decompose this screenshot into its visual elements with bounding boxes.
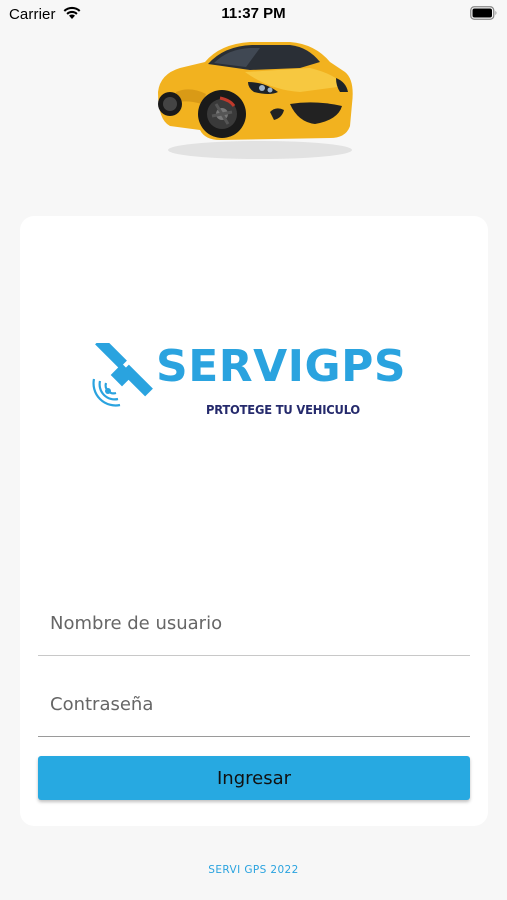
battery-icon xyxy=(470,6,498,24)
status-time: 11:37 PM xyxy=(221,5,286,22)
servigps-logo: SERVIGPS PRTOTEGE TU VEHICULO xyxy=(90,343,410,433)
logo-title: SERVIGPS xyxy=(156,341,407,392)
status-bar: Carrier 11:37 PM xyxy=(0,0,507,30)
car-image xyxy=(150,34,360,162)
login-button[interactable]: Ingresar xyxy=(38,756,470,800)
password-input[interactable] xyxy=(38,684,470,724)
footer-text: SERVI GPS 2022 xyxy=(208,864,299,876)
logo-tagline: PRTOTEGE TU VEHICULO xyxy=(206,402,361,417)
username-input[interactable] xyxy=(38,603,470,643)
login-screen: Carrier 11:37 PM SERVIGPS PRTOTEGE TU VE… xyxy=(0,0,507,900)
username-field[interactable] xyxy=(38,586,470,656)
login-card: SERVIGPS PRTOTEGE TU VEHICULO Ingresar xyxy=(20,216,488,826)
password-field[interactable] xyxy=(38,667,470,737)
satellite-icon xyxy=(92,343,153,407)
